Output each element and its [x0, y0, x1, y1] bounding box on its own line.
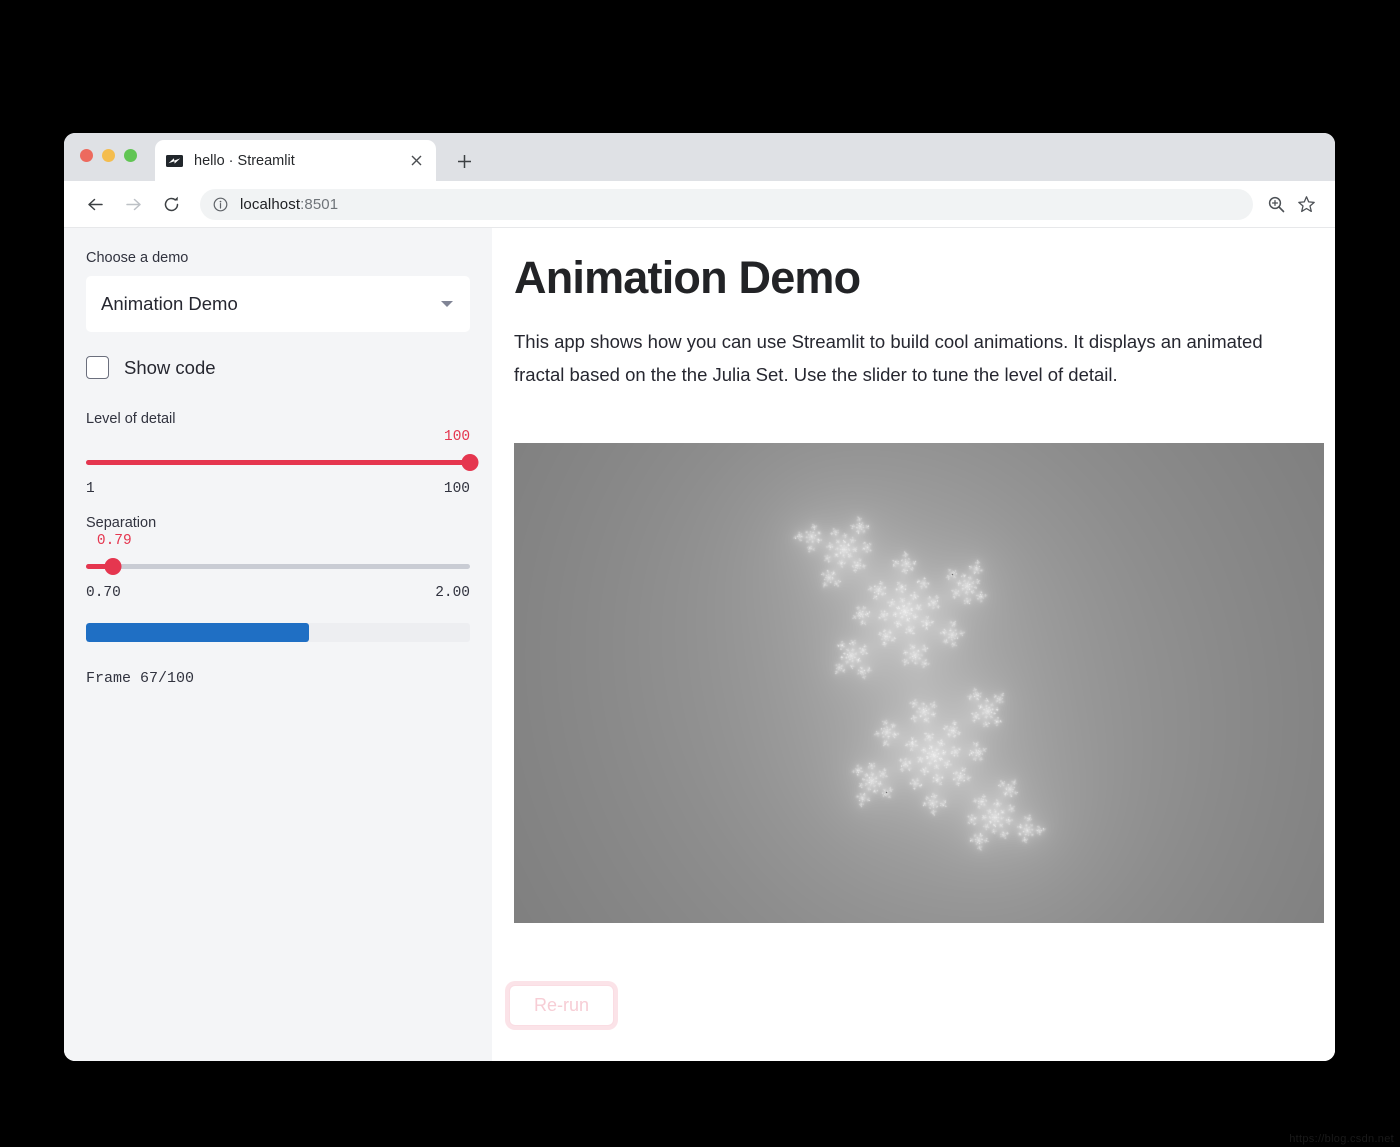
browser-toolbar: localhost:8501	[64, 181, 1335, 228]
level-of-detail-title: Level of detail	[86, 411, 176, 427]
url-port: :8501	[300, 195, 339, 213]
level-of-detail-slider-group: Level of detail 100 1 100	[86, 411, 479, 497]
reload-icon[interactable]	[156, 189, 186, 219]
level-of-detail-value: 100	[444, 429, 471, 445]
rerun-button[interactable]: Re-run	[509, 985, 614, 1026]
back-icon[interactable]	[80, 189, 110, 219]
show-code-checkbox-row[interactable]: Show code	[86, 354, 470, 379]
separation-max: 2.00	[435, 585, 470, 601]
separation-slider-group: Separation 0.79 0.70 2.00	[86, 515, 470, 601]
window-close-button[interactable]	[80, 149, 93, 162]
streamlit-main: Animation Demo This app shows how you ca…	[492, 228, 1335, 1061]
traffic-lights	[80, 149, 137, 162]
level-of-detail-fill	[86, 459, 470, 465]
tab-title: hello · Streamlit	[194, 152, 295, 169]
info-icon[interactable]	[212, 196, 229, 213]
show-code-label: Show code	[124, 356, 216, 378]
level-of-detail-value-row: 100	[86, 429, 470, 451]
separation-min: 0.70	[86, 585, 121, 601]
streamlit-sidebar: Choose a demo Animation Demo Show code L…	[64, 228, 492, 1061]
page-title: Animation Demo	[514, 252, 861, 303]
separation-value-row: 0.79	[86, 533, 470, 555]
separation-thumb[interactable]	[104, 557, 122, 575]
new-tab-button[interactable]	[450, 147, 478, 175]
frame-progress-fill	[86, 623, 309, 642]
close-icon[interactable]	[407, 152, 425, 170]
window-minimize-button[interactable]	[102, 149, 115, 162]
separation-value: 0.79	[96, 533, 132, 549]
demo-select-value: Animation Demo	[101, 293, 238, 314]
url-text: localhost:8501	[240, 196, 338, 213]
level-of-detail-min: 1	[86, 481, 95, 497]
choose-demo-label: Choose a demo	[86, 250, 189, 266]
page-description: This app shows how you can use Streamlit…	[514, 331, 1263, 385]
window-maximize-button[interactable]	[124, 149, 137, 162]
separation-title: Separation	[86, 515, 157, 531]
page-content: Choose a demo Animation Demo Show code L…	[64, 228, 1335, 1061]
forward-icon[interactable]	[118, 189, 148, 219]
frame-status-text: Frame 67/100	[86, 670, 195, 687]
frame-progress-bar	[86, 623, 470, 642]
rerun-button-label: Re-run	[533, 995, 590, 1015]
browser-window: hello · Streamlit localhost:8501 Choose …	[64, 133, 1335, 1061]
browser-tab[interactable]: hello · Streamlit	[155, 140, 436, 181]
demo-select[interactable]: Animation Demo	[86, 276, 470, 332]
address-bar[interactable]: localhost:8501	[200, 188, 1253, 220]
separation-track-bg	[86, 563, 470, 569]
url-host: localhost	[240, 195, 301, 213]
level-of-detail-thumb[interactable]	[461, 453, 479, 471]
show-code-checkbox[interactable]	[86, 356, 109, 379]
separation-track[interactable]	[86, 555, 470, 577]
level-of-detail-max: 100	[443, 481, 470, 497]
watermark: https://blog.csdn.net	[1289, 1133, 1394, 1145]
streamlit-favicon	[166, 154, 183, 167]
separation-minmax: 0.70 2.00	[86, 585, 470, 601]
chevron-down-icon	[441, 301, 453, 307]
level-of-detail-minmax: 1 100	[86, 481, 470, 497]
tab-strip: hello · Streamlit	[64, 133, 1335, 181]
zoom-in-icon[interactable]	[1261, 189, 1291, 219]
level-of-detail-track[interactable]	[86, 451, 479, 473]
julia-set-fractal	[514, 443, 1324, 923]
star-icon[interactable]	[1291, 189, 1321, 219]
